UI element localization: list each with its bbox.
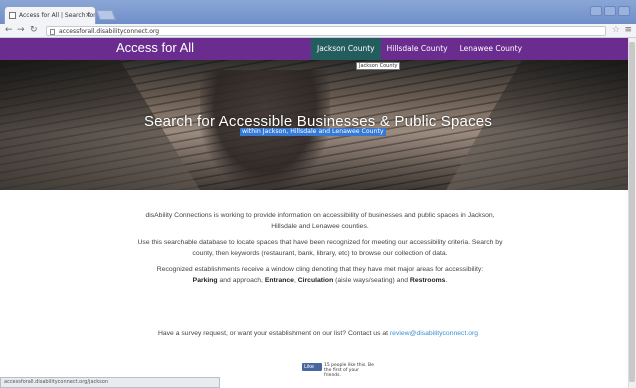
nav-lenawee-county[interactable]: Lenawee County	[454, 38, 528, 60]
hero-banner: Search for Accessible Businesses & Publi…	[0, 60, 636, 190]
maximize-button[interactable]	[604, 6, 616, 16]
criteria-entrance: Entrance	[264, 277, 294, 284]
site-brand[interactable]: Access for All	[116, 40, 194, 55]
browser-status-bar: accessforall.disabilityconnect.org/jacks…	[0, 377, 220, 388]
tab-close-icon[interactable]: ×	[85, 11, 91, 19]
criteria-text: .	[445, 277, 448, 284]
facebook-like-widget: Like 15 people like this. Be the first o…	[302, 363, 374, 378]
address-url: accessforall.disabilityconnect.org	[59, 28, 160, 35]
back-arrow-icon[interactable]: ←	[5, 25, 13, 35]
contact-line: Have a survey request, or want your esta…	[0, 330, 636, 337]
criteria-paragraph: Recognized establishments receive a wind…	[120, 264, 520, 286]
browser-menu-icon[interactable]: ≡	[624, 25, 632, 35]
browser-tab[interactable]: Access for All | Search for ×	[4, 6, 96, 24]
nav-tooltip: Jackson County	[356, 62, 401, 70]
facebook-like-count: 15 people like this. Be the first of you…	[324, 363, 374, 378]
web-page: Access for All Jackson County Hillsdale …	[0, 38, 636, 388]
page-icon	[50, 29, 55, 35]
new-tab-button[interactable]	[96, 10, 116, 20]
close-window-button[interactable]	[618, 6, 630, 16]
criteria-circulation: Circulation	[297, 277, 334, 284]
county-nav: Jackson County Hillsdale County Lenawee …	[311, 38, 528, 60]
window-controls	[590, 6, 630, 16]
nav-hillsdale-county[interactable]: Hillsdale County	[381, 38, 454, 60]
reload-icon[interactable]: ↻	[30, 25, 38, 35]
criteria-parking: Parking	[192, 277, 218, 284]
hero-subtitle: within Jackson, Hillsdale and Lenawee Co…	[240, 128, 386, 136]
status-url: accessforall.disabilityconnect.org/jacks…	[4, 379, 108, 385]
browser-titlebar: Access for All | Search for ×	[0, 0, 636, 24]
forward-arrow-icon[interactable]: →	[17, 25, 25, 35]
contact-text: Have a survey request, or want your esta…	[157, 330, 390, 337]
browser-toolbar: ← → ↻ accessforall.disabilityconnect.org…	[0, 24, 636, 38]
facebook-like-label: Like	[304, 364, 314, 370]
scrollbar-thumb[interactable]	[629, 42, 635, 382]
page-favicon-icon	[9, 12, 16, 19]
contact-email-link[interactable]: review@disabilityconnect.org	[390, 330, 478, 337]
criteria-restrooms: Restrooms	[409, 277, 446, 284]
database-paragraph: Use this searchable database to locate s…	[137, 239, 503, 257]
intro-content: disAbility Connections is working to pro…	[0, 210, 636, 291]
minimize-button[interactable]	[590, 6, 602, 16]
nav-jackson-county[interactable]: Jackson County	[311, 38, 381, 60]
address-bar[interactable]: accessforall.disabilityconnect.org	[46, 26, 606, 36]
intro-paragraph: disAbility Connections is working to pro…	[145, 212, 495, 230]
site-header: Access for All Jackson County Hillsdale …	[0, 38, 636, 60]
criteria-text: and approach,	[217, 277, 265, 284]
bookmark-star-icon[interactable]: ☆	[612, 25, 620, 35]
criteria-text: (aisle ways/seating) and	[333, 277, 410, 284]
facebook-like-button[interactable]: Like	[302, 363, 322, 371]
criteria-intro: Recognized establishments receive a wind…	[156, 266, 484, 273]
